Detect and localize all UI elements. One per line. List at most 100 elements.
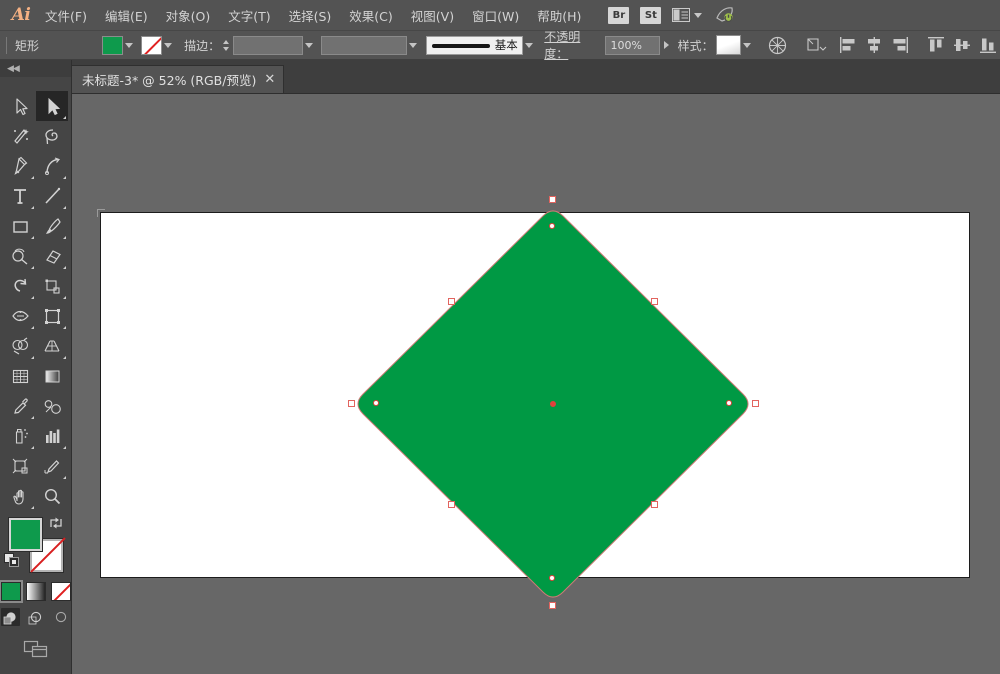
document-tab[interactable]: 未标题-3* @ 52% (RGB/预览) ✕ <box>70 65 284 93</box>
tool-type[interactable] <box>4 181 36 211</box>
graphic-style-dropdown[interactable] <box>741 36 754 55</box>
tool-slice[interactable] <box>36 451 68 481</box>
tool-flyout-indicator[interactable] <box>31 176 34 179</box>
align-center-vertical-icon[interactable] <box>950 34 974 56</box>
align-left-icon[interactable] <box>836 34 860 56</box>
tool-selection[interactable] <box>36 91 68 121</box>
tool-flyout-indicator[interactable] <box>31 506 34 509</box>
tool-rectangle[interactable] <box>4 211 36 241</box>
control-bar-grip[interactable] <box>6 37 7 54</box>
fill-type-gradient[interactable] <box>26 582 46 601</box>
path-anchor-point[interactable] <box>726 400 732 406</box>
tool-flyout-indicator[interactable] <box>63 356 66 359</box>
tool-magic-wand[interactable] <box>4 121 36 151</box>
fill-type-none[interactable] <box>51 582 71 601</box>
workspace-layout-icon[interactable] <box>672 8 702 22</box>
menu-view[interactable]: 视图(V) <box>402 2 463 29</box>
tool-zoom[interactable] <box>36 481 68 511</box>
default-fill-stroke-icon[interactable] <box>4 553 20 568</box>
tool-flyout-indicator[interactable] <box>63 446 66 449</box>
tool-flyout-indicator[interactable] <box>63 476 66 479</box>
draw-inside[interactable] <box>51 608 70 626</box>
selection-handle[interactable] <box>549 196 556 203</box>
menu-select[interactable]: 选择(S) <box>280 2 341 29</box>
tool-flyout-indicator[interactable] <box>63 176 66 179</box>
change-screen-mode-icon[interactable] <box>23 639 49 659</box>
tool-gradient[interactable] <box>36 361 68 391</box>
tool-pen[interactable] <box>4 151 36 181</box>
align-center-horizontal-icon[interactable] <box>862 34 886 56</box>
stroke-variable-width-input[interactable] <box>321 36 407 55</box>
search-rocket-icon[interactable] <box>713 4 737 26</box>
tool-scale[interactable] <box>36 271 68 301</box>
path-anchor-point[interactable] <box>549 223 555 229</box>
close-icon[interactable]: ✕ <box>264 73 275 86</box>
path-anchor-point[interactable] <box>549 575 555 581</box>
tool-line-segment[interactable] <box>36 181 68 211</box>
tool-flyout-indicator[interactable] <box>31 356 34 359</box>
draw-normal[interactable] <box>1 608 20 626</box>
tool-eraser[interactable] <box>36 241 68 271</box>
stroke-weight-stepper[interactable] <box>220 36 233 55</box>
tool-mesh[interactable] <box>4 361 36 391</box>
opacity-options-arrow[interactable] <box>660 36 674 55</box>
stroke-profile-chevron[interactable] <box>523 36 536 55</box>
graphic-style-swatch[interactable] <box>716 35 741 55</box>
tool-flyout-indicator[interactable] <box>63 326 66 329</box>
tool-flyout-indicator[interactable] <box>31 326 34 329</box>
selection-handle[interactable] <box>549 602 556 609</box>
tool-shaper[interactable] <box>4 241 36 271</box>
tool-lasso[interactable] <box>36 121 68 151</box>
recolor-artwork-icon[interactable] <box>765 34 788 56</box>
stroke-color-swatch[interactable] <box>141 36 161 55</box>
tool-rotate[interactable] <box>4 271 36 301</box>
tool-width[interactable] <box>4 301 36 331</box>
tool-flyout-indicator[interactable] <box>31 296 34 299</box>
stroke-profile-dropdown[interactable]: 基本 <box>426 36 523 55</box>
transform-icon[interactable] <box>805 34 828 56</box>
draw-behind[interactable] <box>26 608 45 626</box>
tool-artboard[interactable] <box>4 451 36 481</box>
fill-color-dropdown[interactable] <box>123 36 136 55</box>
stroke-color-dropdown[interactable] <box>162 36 175 55</box>
tool-symbol-sprayer[interactable] <box>4 421 36 451</box>
menu-object[interactable]: 对象(O) <box>157 2 220 29</box>
canvas-area[interactable] <box>72 94 1000 674</box>
center-anchor-point[interactable] <box>550 401 556 407</box>
menu-window[interactable]: 窗口(W) <box>463 2 528 29</box>
tool-flyout-indicator[interactable] <box>63 206 66 209</box>
align-right-icon[interactable] <box>888 34 912 56</box>
menu-file[interactable]: 文件(F) <box>36 2 96 29</box>
tool-free-transform[interactable] <box>36 301 68 331</box>
tool-paintbrush[interactable] <box>36 211 68 241</box>
tool-flyout-indicator[interactable] <box>63 116 66 119</box>
fill-type-color[interactable] <box>1 582 21 601</box>
stroke-weight-dropdown[interactable] <box>303 36 316 55</box>
collapse-panel-icon[interactable]: ◀◀ <box>0 60 71 77</box>
stroke-weight-input[interactable] <box>233 36 303 55</box>
tool-flyout-indicator[interactable] <box>63 266 66 269</box>
bridge-button[interactable]: Br <box>608 7 629 24</box>
tool-flyout-indicator[interactable] <box>31 266 34 269</box>
menu-effect[interactable]: 效果(C) <box>340 2 401 29</box>
tool-direct-selection[interactable] <box>4 91 36 121</box>
tool-column-graph[interactable] <box>36 421 68 451</box>
fill-color-swatch[interactable] <box>102 36 122 55</box>
tool-hand[interactable] <box>4 481 36 511</box>
tool-flyout-indicator[interactable] <box>63 296 66 299</box>
tool-flyout-indicator[interactable] <box>31 236 34 239</box>
selection-handle[interactable] <box>752 400 759 407</box>
tool-perspective-grid[interactable] <box>36 331 68 361</box>
tool-flyout-indicator[interactable] <box>63 236 66 239</box>
stroke-variable-width-dropdown[interactable] <box>407 36 420 55</box>
selection-handle[interactable] <box>651 298 658 305</box>
selection-handle[interactable] <box>448 501 455 508</box>
tool-blend[interactable] <box>36 391 68 421</box>
menu-type[interactable]: 文字(T) <box>219 2 279 29</box>
selection-handle[interactable] <box>651 501 658 508</box>
swap-fill-stroke-icon[interactable] <box>49 515 64 529</box>
tool-flyout-indicator[interactable] <box>31 446 34 449</box>
path-anchor-point[interactable] <box>373 400 379 406</box>
tool-flyout-indicator[interactable] <box>31 416 34 419</box>
tools-panel-grip[interactable] <box>0 77 71 91</box>
